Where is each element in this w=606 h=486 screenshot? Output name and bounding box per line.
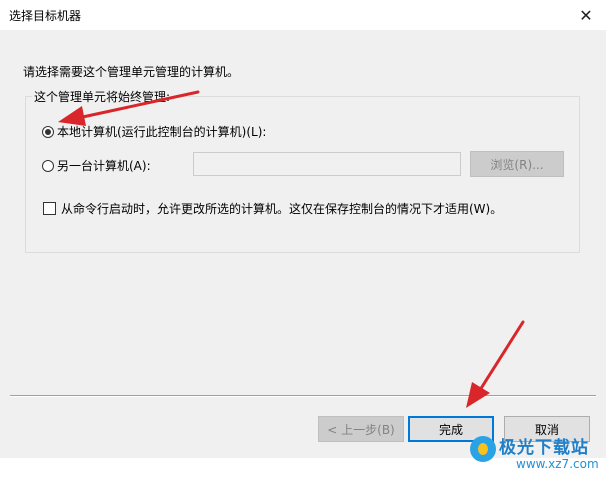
allow-change-option[interactable]: 从命令行启动时，允许更改所选的计算机。这仅在保存控制台的情况下才适用(W)。	[43, 200, 502, 217]
close-icon[interactable]: ✕	[566, 0, 606, 30]
allow-change-checkbox[interactable]	[43, 202, 56, 215]
title-bar: 选择目标机器 ✕	[0, 0, 606, 30]
window-title: 选择目标机器	[9, 9, 82, 23]
other-computer-radio[interactable]	[42, 159, 54, 172]
local-computer-label: 本地计算机(运行此控制台的计算机)(L):	[57, 125, 267, 139]
watermark-logo-icon	[470, 436, 496, 462]
browse-button[interactable]: 浏览(R)...	[470, 151, 564, 177]
back-button[interactable]: < 上一步(B)	[318, 416, 404, 442]
dialog-body: 请选择需要这个管理单元管理的计算机。 这个管理单元将始终管理: 本地计算机(运行…	[0, 30, 606, 471]
footer-separator	[10, 395, 596, 397]
local-computer-option[interactable]: 本地计算机(运行此控制台的计算机)(L):	[42, 123, 266, 140]
watermark-url: www.xz7.com	[516, 457, 599, 471]
prompt-text: 请选择需要这个管理单元管理的计算机。	[23, 65, 240, 79]
watermark-brand: 极光下载站	[499, 438, 589, 458]
other-computer-input[interactable]	[193, 152, 461, 176]
allow-change-label: 从命令行启动时，允许更改所选的计算机。这仅在保存控制台的情况下才适用(W)。	[61, 202, 503, 216]
local-computer-radio[interactable]	[42, 125, 54, 138]
other-computer-option[interactable]: 另一台计算机(A):	[42, 157, 151, 174]
watermark: 极光下载站 www.xz7.com	[470, 430, 600, 486]
other-computer-label: 另一台计算机(A):	[57, 159, 151, 173]
group-legend: 这个管理单元将始终管理:	[32, 88, 173, 105]
